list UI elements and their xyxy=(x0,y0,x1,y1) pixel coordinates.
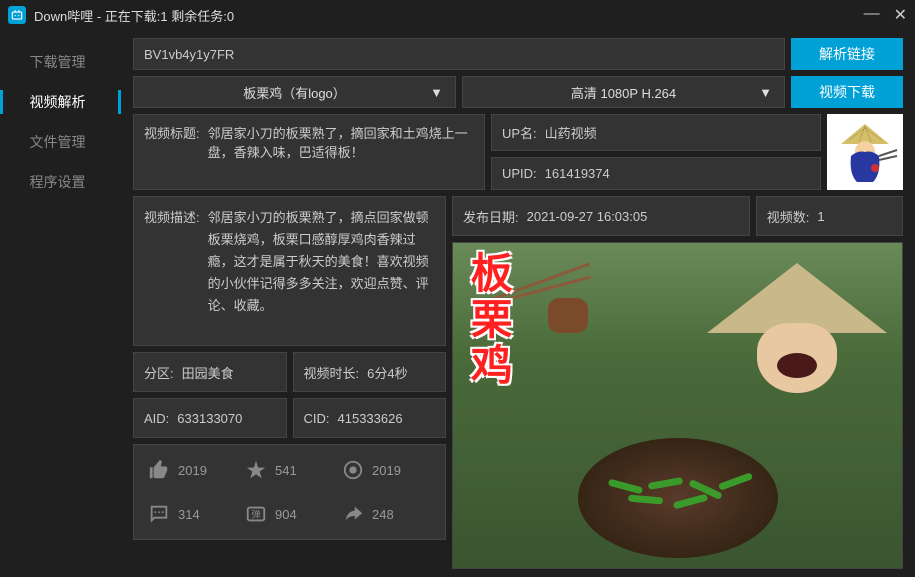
sidebar-item-download-manage[interactable]: 下载管理 xyxy=(0,42,115,82)
upid-value: 161419374 xyxy=(545,166,610,181)
minimize-button[interactable]: — xyxy=(864,5,880,25)
titlebar: Down哔哩 - 正在下载:1 剩余任务:0 — ✕ xyxy=(0,0,915,30)
thumbnail: 板栗鸡 xyxy=(452,242,903,569)
quality-select-dropdown[interactable]: 高清 1080P H.264 ▼ xyxy=(462,76,785,108)
star-icon xyxy=(245,459,267,481)
title-cell: 视频标题: 邻居家小刀的板栗熟了，摘回家和土鸡烧上一盘，香辣入味，巴适得板！ xyxy=(133,114,485,190)
aid-cell: AID: 633133070 xyxy=(133,398,287,438)
stat-comment: 314 xyxy=(148,499,237,529)
duration-cell: 视频时长: 6分4秒 xyxy=(293,352,447,392)
title-value: 邻居家小刀的板栗熟了，摘回家和土鸡烧上一盘，香辣入味，巴适得板！ xyxy=(208,123,474,181)
up-value: 山药视频 xyxy=(545,123,597,142)
publish-cell: 发布日期: 2021-09-27 16:03:05 xyxy=(452,196,750,236)
title-label: 视频标题: xyxy=(144,123,200,181)
chevron-down-icon: ▼ xyxy=(430,85,443,100)
sidebar-item-video-parse[interactable]: 视频解析 xyxy=(0,82,115,122)
stat-fav: 541 xyxy=(245,455,334,485)
up-cell: UP名: 山药视频 xyxy=(491,114,821,151)
avatar xyxy=(827,114,903,190)
comment-icon xyxy=(148,503,170,525)
thumbs-up-icon xyxy=(148,459,170,481)
desc-label: 视频描述: xyxy=(144,207,200,335)
sidebar-item-settings[interactable]: 程序设置 xyxy=(0,162,115,202)
category-cell: 分区: 田园美食 xyxy=(133,352,287,392)
danmu-icon: 弹 xyxy=(245,503,267,525)
url-input[interactable] xyxy=(133,38,785,70)
cid-cell: CID: 415333626 xyxy=(293,398,447,438)
sidebar: 下载管理 视频解析 文件管理 程序设置 xyxy=(0,30,115,577)
sidebar-item-file-manage[interactable]: 文件管理 xyxy=(0,122,115,162)
thumbnail-text: 板栗鸡 xyxy=(465,251,511,389)
close-button[interactable]: ✕ xyxy=(894,5,907,25)
stat-share: 248 xyxy=(342,499,431,529)
count-cell: 视频数: 1 xyxy=(756,196,903,236)
coin-icon xyxy=(342,459,364,481)
up-label: UP名: xyxy=(502,123,537,142)
video-select-dropdown[interactable]: 板栗鸡（有logo） ▼ xyxy=(133,76,456,108)
stat-coin: 2019 xyxy=(342,455,431,485)
share-icon xyxy=(342,503,364,525)
stat-like: 2019 xyxy=(148,455,237,485)
svg-text:弹: 弹 xyxy=(251,509,260,520)
upid-cell: UPID: 161419374 xyxy=(491,157,821,190)
upid-label: UPID: xyxy=(502,166,537,181)
parse-button[interactable]: 解析链接 xyxy=(791,38,903,70)
download-button[interactable]: 视频下载 xyxy=(791,76,903,108)
stat-danmu: 弹 904 xyxy=(245,499,334,529)
app-logo-icon xyxy=(8,6,26,24)
stats-box: 2019 541 2019 314 弹 xyxy=(133,444,446,540)
desc-value: 邻居家小刀的板栗熟了，摘点回家做顿板栗烧鸡，板栗口感醇厚鸡肉香辣过瘾，这才是属于… xyxy=(208,207,435,335)
window-title: Down哔哩 - 正在下载:1 剩余任务:0 xyxy=(34,6,864,25)
chevron-down-icon: ▼ xyxy=(759,85,772,100)
desc-cell: 视频描述: 邻居家小刀的板栗熟了，摘点回家做顿板栗烧鸡，板栗口感醇厚鸡肉香辣过瘾… xyxy=(133,196,446,346)
